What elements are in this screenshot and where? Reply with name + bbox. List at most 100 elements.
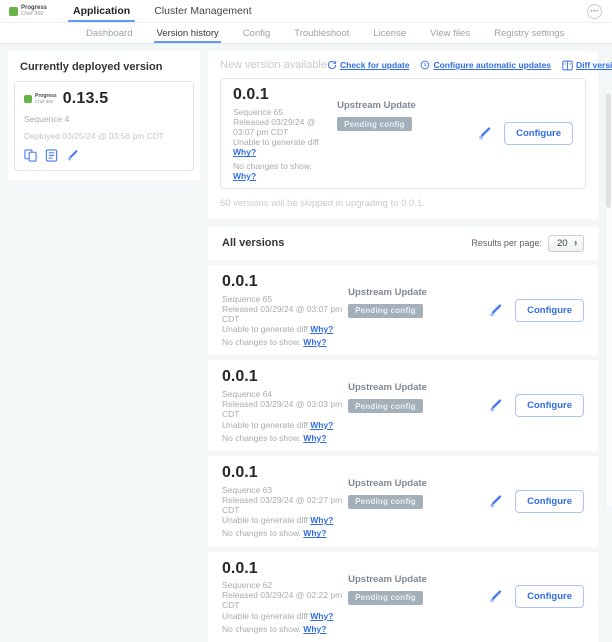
edit-config-icon[interactable] (488, 303, 503, 318)
version-source: Upstream Update Pending config (348, 464, 488, 539)
version-released: Released 03/29/24 @ 02:22 pm CDT (222, 590, 348, 610)
version-changes-note: No changes to show. Why? (222, 337, 348, 347)
tab-view-files[interactable]: View files (430, 23, 470, 43)
tab-license[interactable]: License (373, 23, 406, 43)
configure-automatic-updates-link[interactable]: Configure automatic updates (420, 60, 551, 70)
tab-troubleshoot[interactable]: Troubleshoot (294, 23, 349, 43)
diff-why-link[interactable]: Why? (310, 515, 333, 525)
release-notes-icon[interactable] (45, 149, 58, 162)
brand-name: Progress (35, 94, 57, 99)
configure-button[interactable]: Configure (515, 490, 584, 513)
edit-config-icon[interactable] (488, 398, 503, 413)
version-released: Released 03/29/24 @ 03:07 pm CDT (233, 117, 337, 137)
new-version-actions: Check for update Configure automatic upd… (327, 60, 612, 71)
configure-button[interactable]: Configure (515, 299, 584, 322)
refresh-icon (327, 60, 337, 70)
diff-versions-link[interactable]: Diff versions (562, 60, 612, 71)
diff-note-text: Unable to generate diff (222, 611, 308, 621)
action-label: Diff versions (576, 60, 612, 70)
diff-icon[interactable] (24, 149, 37, 162)
version-diff-note: Unable to generate diff Why? (222, 515, 348, 525)
diff-why-link[interactable]: Why? (310, 611, 333, 621)
scrollbar-track[interactable] (605, 90, 612, 507)
version-source: Upstream Update Pending config (348, 273, 488, 348)
diff-note-text: Unable to generate diff (222, 420, 308, 430)
new-version-header: New version available Check for update (220, 59, 586, 71)
top-bar: Progress Chef 360 Application Cluster Ma… (0, 0, 612, 23)
changes-note-text: No changes to show. (222, 337, 301, 347)
configure-button[interactable]: Configure (515, 585, 584, 608)
version-card: 0.0.1 Sequence 64 Released 03/29/24 @ 03… (208, 360, 598, 451)
changes-note-text: No changes to show. (222, 433, 301, 443)
version-sequence: Sequence 62 (222, 580, 348, 590)
version-actions: Configure (488, 585, 584, 608)
tab-config[interactable]: Config (243, 23, 270, 43)
tab-cluster-management[interactable]: Cluster Management (142, 0, 263, 22)
version-number: 0.0.1 (222, 368, 348, 386)
results-per-page-select[interactable]: 20 ▲ ▼ (548, 235, 584, 252)
diff-why-link[interactable]: Why? (310, 324, 333, 334)
changes-why-link[interactable]: Why? (303, 433, 326, 443)
diff-why-link[interactable]: Why? (233, 147, 256, 157)
configure-button[interactable]: Configure (515, 394, 584, 417)
diff-note-text: Unable to generate diff (233, 137, 319, 147)
deployed-timestamp: Deployed 03/25/24 @ 03:56 pm CDT (24, 131, 184, 141)
changes-note-text: No changes to show. (222, 624, 301, 634)
product-name: Chef 360 (35, 100, 57, 105)
tab-registry-settings[interactable]: Registry settings (494, 23, 564, 43)
deployed-panel-title: Currently deployed version (8, 51, 200, 81)
top-tabs: Application Cluster Management (61, 0, 264, 22)
edit-config-icon[interactable] (488, 494, 503, 509)
tab-dashboard[interactable]: Dashboard (86, 23, 132, 43)
pending-config-badge: Pending config (337, 117, 412, 131)
changes-why-link[interactable]: Why? (233, 171, 256, 181)
all-versions-title: All versions (222, 237, 284, 249)
product-name: Chef 360 (21, 12, 47, 18)
diff-note-text: Unable to generate diff (222, 515, 308, 525)
results-per-page: Results per page: 20 ▲ ▼ (471, 235, 584, 252)
brand-logo-icon (9, 7, 18, 16)
deployed-version-number: 0.13.5 (63, 90, 109, 108)
upstream-update-label: Upstream Update (348, 287, 488, 298)
upstream-update-label: Upstream Update (348, 478, 488, 489)
check-for-update-link[interactable]: Check for update (327, 60, 409, 70)
arrow-down-icon: ▼ (574, 243, 578, 247)
version-card: 0.0.1 Sequence 65 Released 03/29/24 @ 03… (220, 78, 586, 189)
pending-config-badge: Pending config (348, 591, 423, 605)
diff-note-text: Unable to generate diff (222, 324, 308, 334)
changes-why-link[interactable]: Why? (303, 337, 326, 347)
edit-config-icon[interactable] (66, 149, 79, 162)
deployed-card-header: Progress Chef 360 0.13.5 (24, 90, 184, 108)
upstream-update-label: Upstream Update (337, 100, 477, 111)
version-info: 0.0.1 Sequence 65 Released 03/29/24 @ 03… (222, 273, 348, 348)
version-source: Upstream Update Pending config (337, 86, 477, 181)
version-number: 0.0.1 (222, 560, 348, 578)
changes-why-link[interactable]: Why? (303, 528, 326, 538)
brand-logo-text: Progress Chef 360 (35, 94, 57, 105)
version-card: 0.0.1 Sequence 65 Released 03/29/24 @ 03… (208, 265, 598, 356)
results-per-page-value: 20 (557, 238, 568, 249)
version-info: 0.0.1 Sequence 65 Released 03/29/24 @ 03… (233, 86, 337, 181)
version-card: 0.0.1 Sequence 62 Released 03/29/24 @ 02… (208, 552, 598, 642)
more-menu-button[interactable]: ••• (587, 4, 602, 19)
diff-why-link[interactable]: Why? (310, 420, 333, 430)
edit-config-icon[interactable] (488, 589, 503, 604)
scrollbar-thumb[interactable] (606, 93, 611, 208)
tab-version-history[interactable]: Version history (156, 23, 218, 43)
configure-button[interactable]: Configure (504, 122, 573, 145)
tab-application[interactable]: Application (61, 0, 142, 22)
version-source: Upstream Update Pending config (348, 368, 488, 443)
brand-name: Progress (21, 5, 47, 11)
action-label: Check for update (340, 60, 409, 70)
changes-why-link[interactable]: Why? (303, 624, 326, 634)
results-per-page-label: Results per page: (471, 238, 542, 248)
version-info: 0.0.1 Sequence 63 Released 03/29/24 @ 02… (222, 464, 348, 539)
edit-config-icon[interactable] (477, 126, 492, 141)
version-changes-note: No changes to show. Why? (222, 624, 348, 634)
select-arrows-icon: ▲ ▼ (574, 240, 578, 247)
version-source: Upstream Update Pending config (348, 560, 488, 635)
version-released: Released 03/29/24 @ 03:07 pm CDT (222, 304, 348, 324)
brand-logo-icon (24, 95, 32, 103)
version-released: Released 03/29/24 @ 03:03 pm CDT (222, 399, 348, 419)
app-logo-small: Progress Chef 360 (24, 94, 57, 105)
